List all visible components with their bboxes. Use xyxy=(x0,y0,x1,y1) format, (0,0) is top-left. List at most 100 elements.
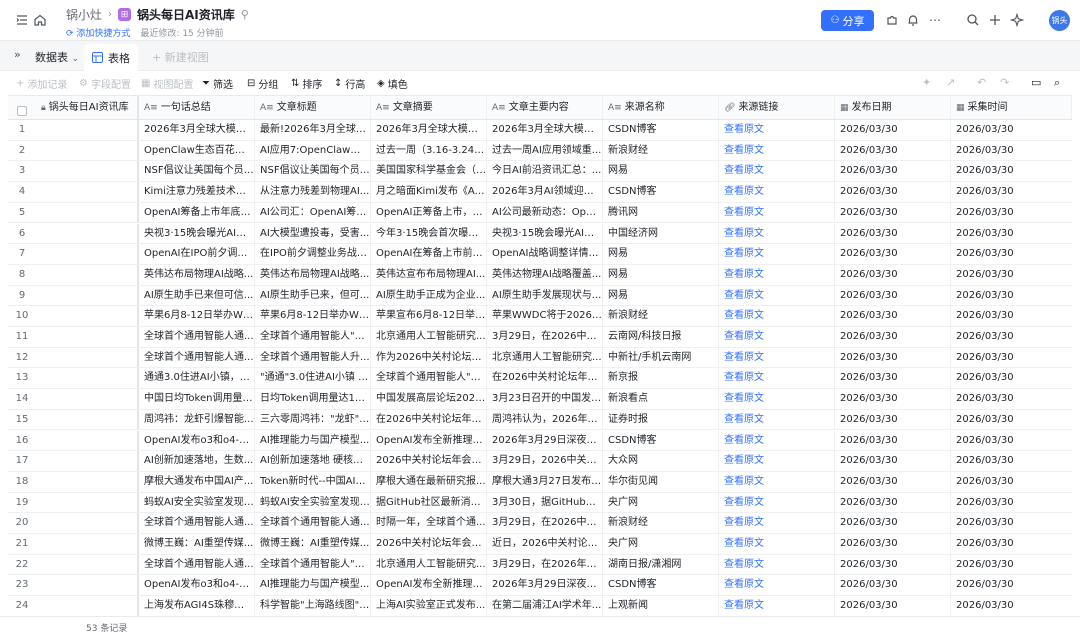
title-cell[interactable]: 全球首个通用智能人通... xyxy=(255,513,371,533)
table-row[interactable]: 6 央视3·15晚会曝光AI大... AI大模型遭投毒，受害... 今年3·15晚会首… xyxy=(8,223,1072,245)
table-row[interactable]: 21 微博王巍：AI重塑传媒... 微博王巍：AI重塑传媒... 2026中关村论坛年… xyxy=(8,534,1072,555)
publish-date-cell[interactable]: 2026/03/30 xyxy=(835,223,951,244)
summary-cell[interactable]: AI创新加速落地，生数... xyxy=(139,451,255,471)
summary-cell[interactable]: 全球首个通用智能人通... xyxy=(139,327,255,347)
content-cell[interactable]: 过去一周AI应用领域重... xyxy=(487,140,603,161)
summary-cell[interactable]: 央视3·15晚会曝光AI大... xyxy=(139,223,255,244)
content-cell[interactable]: 3月29日，2026中关村... xyxy=(487,451,603,471)
source-name-cell[interactable]: 央广网 xyxy=(603,492,719,513)
column-header-title[interactable]: A≡ 文章标题 xyxy=(255,96,371,119)
source-link-cell[interactable]: 查看原文 xyxy=(719,327,835,347)
source-link-cell[interactable]: 查看原文 xyxy=(719,596,835,616)
abstract-cell[interactable]: 2026中关村论坛年会人... xyxy=(371,534,487,554)
add-shortcut-link[interactable]: ⟳ 添加快捷方式 xyxy=(66,26,130,39)
abstract-cell[interactable]: 摩根大通在最新研究报... xyxy=(371,471,487,492)
table-row[interactable]: 3 NSF倡议让美国每个员工... NSF倡议让美国每个员工... 美国国家科学基金会… xyxy=(8,161,1072,183)
summary-cell[interactable]: AI原生助手已来但可信... xyxy=(139,285,255,306)
publish-date-cell[interactable]: 2026/03/30 xyxy=(835,575,951,596)
source-name-cell[interactable]: 新浪财经 xyxy=(603,513,719,533)
publish-date-cell[interactable]: 2026/03/30 xyxy=(835,492,951,513)
title-cell[interactable]: AI原生助手已来，但可... xyxy=(255,285,371,306)
primary-cell[interactable] xyxy=(36,306,139,326)
collect-time-cell[interactable]: 2026/03/30 xyxy=(951,389,1072,409)
primary-cell[interactable] xyxy=(36,182,139,202)
content-cell[interactable]: OpenAI战略调整详情：... xyxy=(487,244,603,264)
content-cell[interactable]: 北京通用人工智能研究... xyxy=(487,347,603,368)
content-cell[interactable]: AI原生助手发展现状与... xyxy=(487,285,603,306)
abstract-cell[interactable]: 全球首个通用智能人"通... xyxy=(371,368,487,389)
primary-cell[interactable] xyxy=(36,347,139,368)
source-link-cell[interactable]: 查看原文 xyxy=(719,575,835,596)
source-link-cell[interactable]: 查看原文 xyxy=(719,451,835,471)
abstract-cell[interactable]: OpenAI在筹备上市前进... xyxy=(371,244,487,264)
source-link-cell[interactable]: 查看原文 xyxy=(719,430,835,451)
collect-time-cell[interactable]: 2026/03/30 xyxy=(951,224,1072,244)
source-name-cell[interactable]: 腾讯网 xyxy=(603,202,719,223)
primary-cell[interactable] xyxy=(36,471,139,492)
search-icon[interactable]: ⌕ xyxy=(1054,76,1060,90)
table-row[interactable]: 16 OpenAI发布o3和o4-mini...AI推理能力与国产模型...Ope… xyxy=(8,430,1072,452)
title-cell[interactable]: 科学智能"上海路线图"亮... xyxy=(255,596,371,616)
source-name-cell[interactable]: 央广网 xyxy=(603,534,719,554)
table-row[interactable]: 2 OpenClaw生态百花齐放... AI应用7:OpenClaw冷了... 过去一… xyxy=(8,140,1072,162)
abstract-cell[interactable]: 时隔一年，全球首个通... xyxy=(371,513,487,533)
source-link-cell[interactable]: 查看原文 xyxy=(719,513,835,533)
source-name-cell[interactable]: 中国经济网 xyxy=(603,223,719,244)
fill-color-button[interactable]: ◈ 填色 xyxy=(377,76,408,91)
table-row[interactable]: 8 英伟达布局物理AI战略... 英伟达布局物理AI战略... 英伟达宣布布局物理AI… xyxy=(8,264,1072,286)
abstract-cell[interactable]: OpenAI正筹备上市，可... xyxy=(371,202,487,223)
redo-icon[interactable]: ↷ xyxy=(1000,76,1009,89)
column-header-primary[interactable]: 🔒︎ 锅头每日AI资讯库 xyxy=(36,96,139,119)
title-cell[interactable]: AI应用7:OpenClaw冷了... xyxy=(255,140,371,161)
summary-cell[interactable]: NSF倡议让美国每个员工... xyxy=(139,161,255,182)
abstract-cell[interactable]: 苹果宣布6月8-12日举办... xyxy=(371,306,487,326)
table-row[interactable]: 18 摩根大通发布中国AI产... Token新时代--中国AI产... 摩根大通在最… xyxy=(8,471,1072,493)
abstract-cell[interactable]: 中国发展高层论坛2026... xyxy=(371,389,487,409)
content-cell[interactable]: 2026年3月29日深夜，O... xyxy=(487,430,603,451)
publish-date-cell[interactable]: 2026/03/30 xyxy=(835,327,951,347)
table-row[interactable]: 20 全球首个通用智能人通... 全球首个通用智能人通... 时隔一年，全球首个通..… xyxy=(8,513,1072,534)
title-cell[interactable]: 全球首个通用智能人升... xyxy=(255,347,371,368)
primary-cell[interactable] xyxy=(36,285,139,306)
summary-cell[interactable]: 全球首个通用智能人通... xyxy=(139,554,255,575)
abstract-cell[interactable]: 北京通用人工智能研究... xyxy=(371,327,487,347)
table-row[interactable]: 7 OpenAI在IPO前夕调整... 在IPO前夕调整业务战略... OpenAI在… xyxy=(8,244,1072,265)
content-cell[interactable]: 近日，2026中关村论坛... xyxy=(487,534,603,554)
collect-time-cell[interactable]: 2026/03/30 xyxy=(951,555,1072,575)
source-name-cell[interactable]: 网易 xyxy=(603,285,719,306)
view-config-button[interactable]: ▦ 视图配置 xyxy=(141,76,193,91)
new-view-button[interactable]: + 新建视图 xyxy=(152,49,209,65)
field-config-button[interactable]: ⚙ 字段配置 xyxy=(79,76,131,91)
table-row[interactable]: 10 苹果6月8-12日举办WW... 苹果6月8-12日举办WW... 苹果宣布6月… xyxy=(8,306,1072,327)
source-link-cell[interactable]: 查看原文 xyxy=(719,202,835,223)
collect-time-cell[interactable]: 2026/03/30 xyxy=(951,182,1072,202)
abstract-cell[interactable]: 作为2026中关村论坛年... xyxy=(371,347,487,368)
content-cell[interactable]: 苹果WWDC将于2026年... xyxy=(487,306,603,326)
title-cell[interactable]: AI公司汇：OpenAI筹备I... xyxy=(255,202,371,223)
source-name-cell[interactable]: 新浪财经 xyxy=(603,306,719,326)
share-view-icon[interactable]: ↗ xyxy=(946,76,955,89)
title-cell[interactable]: AI推理能力与国产模型... xyxy=(255,575,371,596)
content-cell[interactable]: 央视3·15晚会曝光AI大... xyxy=(487,223,603,244)
summary-cell[interactable]: OpenAI发布o3和o4-mini... xyxy=(139,430,255,451)
collect-time-cell[interactable]: 2026/03/30 xyxy=(951,265,1072,285)
publish-date-cell[interactable]: 2026/03/30 xyxy=(835,140,951,161)
title-cell[interactable]: AI创新加速落地 硬核成... xyxy=(255,451,371,471)
publish-date-cell[interactable]: 2026/03/30 xyxy=(835,534,951,554)
source-link-cell[interactable]: 查看原文 xyxy=(719,120,835,140)
table-row[interactable]: 15 周鸿祎：龙虾引爆智能... 三六零周鸿祎："龙虾"引... 在2026中关村论坛… xyxy=(8,409,1072,431)
source-link-cell[interactable]: 查看原文 xyxy=(719,306,835,326)
publish-date-cell[interactable]: 2026/03/30 xyxy=(835,368,951,389)
publish-date-cell[interactable]: 2026/03/30 xyxy=(835,347,951,368)
summary-cell[interactable]: 中国日均Token调用量突... xyxy=(139,389,255,409)
primary-cell[interactable] xyxy=(36,575,139,596)
abstract-cell[interactable]: 过去一周（3.16-3.24）... xyxy=(371,140,487,161)
add-icon[interactable] xyxy=(986,11,1004,29)
abstract-cell[interactable]: 上海AI实验室正式发布... xyxy=(371,596,487,616)
publish-date-cell[interactable]: 2026/03/30 xyxy=(835,264,951,285)
table-row[interactable]: 19 蚂蚁AI安全实验室发现O... 蚂蚁AI安全实验室发现O... 据GitHub社… xyxy=(8,492,1072,514)
collect-time-cell[interactable]: 2026/03/30 xyxy=(951,493,1072,513)
source-name-cell[interactable]: 新浪财经 xyxy=(603,140,719,161)
source-link-cell[interactable]: 查看原文 xyxy=(719,285,835,306)
source-name-cell[interactable]: 网易 xyxy=(603,264,719,285)
